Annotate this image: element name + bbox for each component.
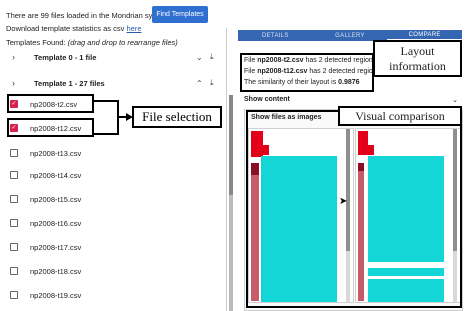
chevron-right-icon[interactable]: › bbox=[12, 78, 15, 88]
chevron-right-icon[interactable]: › bbox=[12, 52, 15, 62]
files-loaded-status: There are 99 files loaded in the Mondria… bbox=[6, 11, 169, 20]
caret-down-icon[interactable]: ⌄ bbox=[452, 96, 458, 104]
file-name: np2008-t13.csv bbox=[30, 148, 82, 158]
file-checkbox[interactable] bbox=[10, 291, 18, 299]
file-row[interactable]: np2008-t17.csv bbox=[10, 241, 81, 253]
show-content-toggle[interactable]: Show content ⌄ bbox=[244, 96, 458, 105]
file-checkbox[interactable] bbox=[10, 243, 18, 251]
file-name: np2008-t17.csv bbox=[30, 242, 82, 252]
file-name: np2008-t16.csv bbox=[30, 218, 82, 228]
visual-comparison-highlight-box bbox=[246, 110, 462, 308]
find-templates-button[interactable]: Find Templates bbox=[152, 6, 208, 23]
file-checkbox[interactable] bbox=[10, 267, 18, 275]
layout-information-callout: Layout information bbox=[373, 40, 462, 77]
file-name: np2008-t19.csv bbox=[30, 290, 82, 300]
visual-comparison-callout: Visual comparison bbox=[338, 106, 462, 126]
file-name: np2008-t18.csv bbox=[30, 266, 82, 276]
file-row[interactable]: np2008-t13.csv bbox=[10, 147, 81, 159]
layout-callout-line1: Layout bbox=[400, 44, 435, 58]
file-selection-callout: File selection bbox=[132, 106, 222, 128]
template-group-0[interactable]: › Template 0 - 1 file ⌄ ⤓ bbox=[6, 50, 222, 64]
file-row[interactable]: np2008-t16.csv bbox=[10, 217, 81, 229]
file-checkbox[interactable] bbox=[10, 149, 18, 157]
selection-highlight-box bbox=[7, 118, 94, 137]
file-row[interactable]: np2008-t14.csv bbox=[10, 169, 81, 181]
chevron-up-icon[interactable]: ⌃ bbox=[196, 79, 203, 88]
chevron-down-icon[interactable]: ⌄ bbox=[196, 53, 203, 62]
file-row[interactable]: np2008-t19.csv bbox=[10, 289, 81, 301]
file-checkbox[interactable] bbox=[10, 195, 18, 203]
template-group-label: Template 0 - 1 file bbox=[34, 52, 97, 62]
file-name: np2008-t15.csv bbox=[30, 194, 82, 204]
file-checkbox[interactable] bbox=[10, 219, 18, 227]
layout-info-highlight-box bbox=[240, 53, 374, 92]
template-group-1[interactable]: › Template 1 - 27 files ⌃ ⤓ bbox=[6, 76, 222, 90]
layout-callout-line2: information bbox=[389, 59, 446, 73]
file-row[interactable]: np2008-t15.csv bbox=[10, 193, 81, 205]
file-name: np2008-t14.csv bbox=[30, 170, 82, 180]
panel-divider bbox=[226, 28, 227, 311]
download-icon[interactable]: ⤓ bbox=[210, 52, 214, 62]
download-stats-line: Download template statistics as csv here bbox=[6, 24, 142, 33]
selection-highlight-box bbox=[7, 94, 94, 113]
tab-details[interactable]: DETAILS bbox=[238, 30, 313, 41]
template-group-label: Template 1 - 27 files bbox=[34, 78, 105, 88]
selection-bracket bbox=[93, 100, 119, 135]
templates-found-hint: (drag and drop to rearrange files) bbox=[67, 38, 178, 47]
file-row[interactable]: np2008-t18.csv bbox=[10, 265, 81, 277]
show-content-label: Show content bbox=[244, 96, 290, 103]
download-stats-text: Download template statistics as csv bbox=[6, 24, 125, 33]
right-panel-scrollbar-thumb[interactable] bbox=[229, 95, 233, 195]
file-checkbox[interactable] bbox=[10, 171, 18, 179]
download-icon[interactable]: ⤓ bbox=[210, 78, 214, 88]
templates-found-text: Templates Found: bbox=[6, 38, 66, 47]
download-stats-link[interactable]: here bbox=[126, 24, 141, 33]
templates-found-label: Templates Found: (drag and drop to rearr… bbox=[6, 38, 178, 47]
